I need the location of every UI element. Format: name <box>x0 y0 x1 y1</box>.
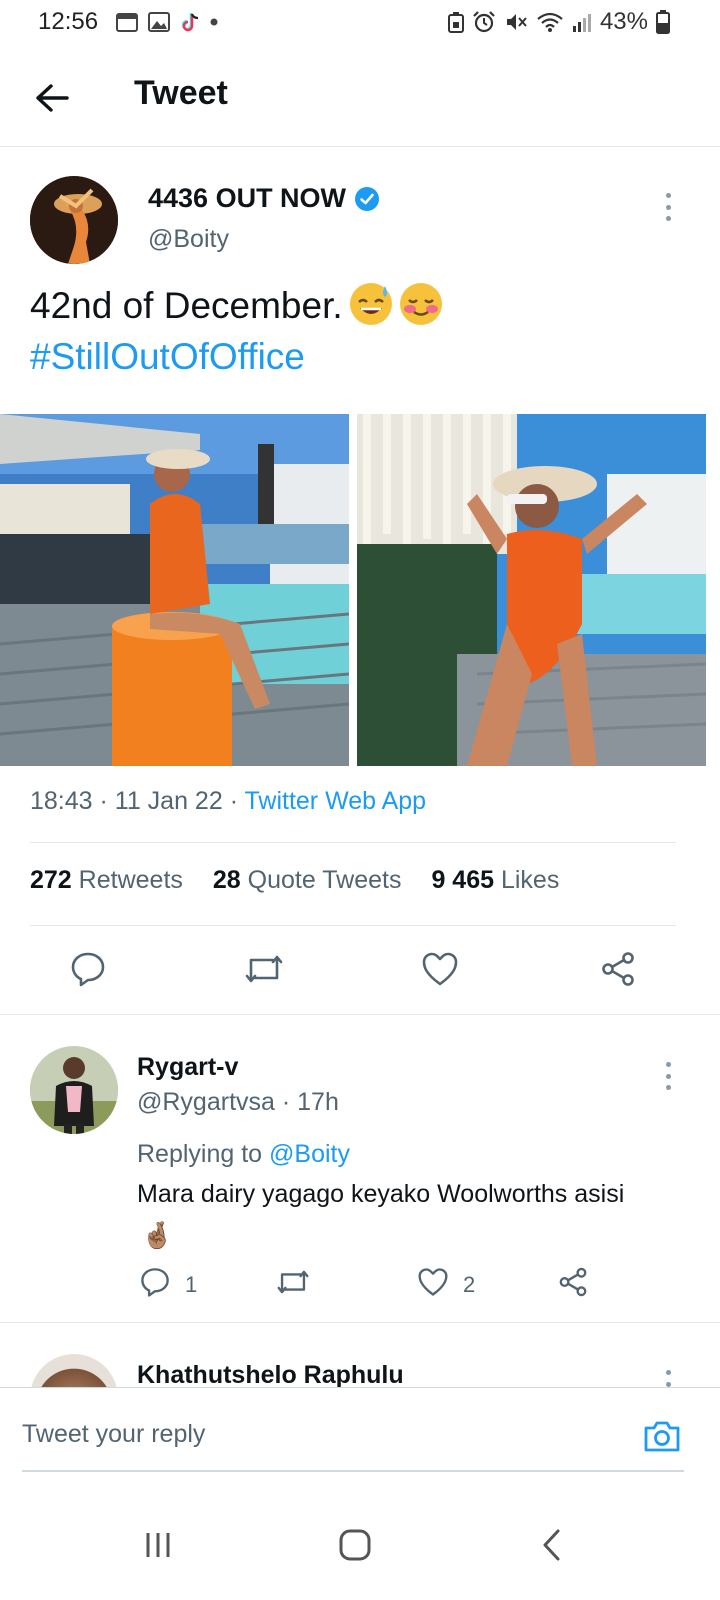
app-header: Tweet <box>0 48 720 147</box>
tweet-text-line: 42nd of December. <box>30 280 443 331</box>
smiling-blush-emoji-icon <box>399 282 443 326</box>
author-display-name: 4436 OUT NOW <box>148 183 347 213</box>
reply-retweet-button[interactable] <box>274 1263 312 1301</box>
camera-icon <box>644 1421 680 1452</box>
tweet-time: 18:43 <box>30 787 93 815</box>
like-button[interactable] <box>418 947 462 991</box>
mute-icon <box>504 11 528 33</box>
divider <box>0 1322 720 1323</box>
reply-like-count: 2 <box>463 1272 476 1297</box>
share-button[interactable] <box>596 947 640 991</box>
signal-icon <box>572 11 592 33</box>
back-button[interactable] <box>30 76 74 120</box>
status-time: 12:56 <box>38 8 99 35</box>
reply-input-underline <box>22 1470 684 1472</box>
home-button[interactable] <box>325 1523 385 1567</box>
replying-to-link[interactable]: @Boity <box>269 1140 350 1168</box>
tweet-photo-1[interactable] <box>0 414 349 766</box>
dot-icon <box>210 18 218 26</box>
retweet-icon <box>245 955 283 983</box>
system-back-button[interactable] <box>522 1523 582 1567</box>
photo-pool-barrel-icon <box>0 414 349 766</box>
reply-author-handle-time: @Rygartvsa · 17h <box>137 1088 339 1116</box>
divider <box>30 842 676 843</box>
author-avatar[interactable] <box>30 176 118 264</box>
tiktok-icon <box>180 11 200 33</box>
retweet-icon <box>277 1270 309 1294</box>
retweets-count: 272 <box>30 866 72 894</box>
chevron-left-icon <box>543 1529 560 1561</box>
battery-percent: 43% <box>599 8 648 35</box>
sweat-smile-emoji-icon <box>349 282 393 326</box>
battery-icon <box>656 10 670 34</box>
tweet-timestamp-row: 18:43 · 11 Jan 22 · Twitter Web App <box>30 787 427 815</box>
tweet-body: 42nd of December. #StillOutOfOffice <box>30 280 443 382</box>
status-notification-icons <box>116 11 218 33</box>
reply-text: Mara dairy yagago keyako Woolworths asis… <box>137 1180 625 1208</box>
lock-battery-icon <box>447 11 464 33</box>
reply-input[interactable]: Tweet your reply <box>22 1420 205 1449</box>
wifi-icon <box>536 11 564 33</box>
reply-composer-bar: Tweet your reply <box>0 1387 720 1488</box>
share-icon <box>559 1267 587 1297</box>
recent-apps-icon <box>146 1533 170 1557</box>
share-icon <box>602 952 634 986</box>
tweet-hashtag-link[interactable]: #StillOutOfOffice <box>30 331 443 382</box>
reply-author-name[interactable]: Rygart-v <box>137 1053 238 1082</box>
reply-emoji: 🤞🏽 <box>141 1220 174 1250</box>
divider <box>30 925 676 926</box>
replying-to-row: Replying to @Boity <box>137 1140 350 1169</box>
alarm-icon <box>472 11 496 33</box>
retweet-button[interactable] <box>242 947 286 991</box>
system-nav-bar <box>0 1487 720 1600</box>
tweet-text: 42nd of December. <box>30 285 343 326</box>
gallery-icon <box>148 12 170 32</box>
divider <box>0 1014 720 1015</box>
reply-share-button[interactable] <box>554 1263 592 1301</box>
reply-more-options-icon[interactable] <box>663 1062 673 1090</box>
reply-like-button[interactable] <box>414 1263 452 1301</box>
quote-tweets-label: Quote Tweets <box>247 866 402 894</box>
status-system-icons: 43% <box>447 8 670 36</box>
retweets-label: Retweets <box>78 866 183 894</box>
photo-poolside-standing-icon <box>357 414 706 766</box>
recent-apps-button[interactable] <box>128 1523 188 1567</box>
likes-count: 9 465 <box>431 866 495 894</box>
likes-stat[interactable]: 9 465 Likes <box>431 866 559 895</box>
reply-icon <box>71 952 105 987</box>
reply-reply-button[interactable] <box>136 1263 174 1301</box>
quote-tweets-count: 28 <box>212 866 241 894</box>
avatar-photo-icon <box>30 176 118 264</box>
replying-prefix: Replying to <box>137 1140 263 1168</box>
reply-button[interactable] <box>66 947 110 991</box>
tweet-more-options-icon[interactable] <box>663 193 673 221</box>
calendar-icon <box>116 12 138 32</box>
author-name-row[interactable]: 4436 OUT NOW <box>148 183 380 214</box>
verified-badge-icon <box>355 186 380 211</box>
avatar-photo-icon <box>30 1046 118 1134</box>
heart-icon <box>418 1268 448 1296</box>
retweets-stat[interactable]: 272 Retweets <box>30 866 183 895</box>
tweet-date: 11 Jan 22 <box>114 787 223 815</box>
heart-icon <box>422 952 458 986</box>
reply-reply-count: 1 <box>185 1272 198 1297</box>
page-title: Tweet <box>134 74 228 112</box>
tweet-photo-2[interactable] <box>357 414 706 766</box>
back-arrow-icon <box>36 84 69 112</box>
likes-label: Likes <box>500 866 560 894</box>
status-bar: 12:56 43% <box>0 0 720 48</box>
camera-button[interactable] <box>640 1416 684 1456</box>
tweet-stats-row: 272 Retweets 28 Quote Tweets 9 465 Likes <box>30 866 559 895</box>
author-handle[interactable]: @Boity <box>148 225 229 254</box>
tweet-source-link[interactable]: Twitter Web App <box>245 787 427 815</box>
reply-icon <box>141 1268 169 1297</box>
home-icon <box>339 1529 371 1561</box>
reply-author-avatar[interactable] <box>30 1046 118 1134</box>
reply-author-name[interactable]: Khathutshelo Raphulu <box>137 1361 404 1390</box>
quote-tweets-stat[interactable]: 28 Quote Tweets <box>213 866 402 895</box>
